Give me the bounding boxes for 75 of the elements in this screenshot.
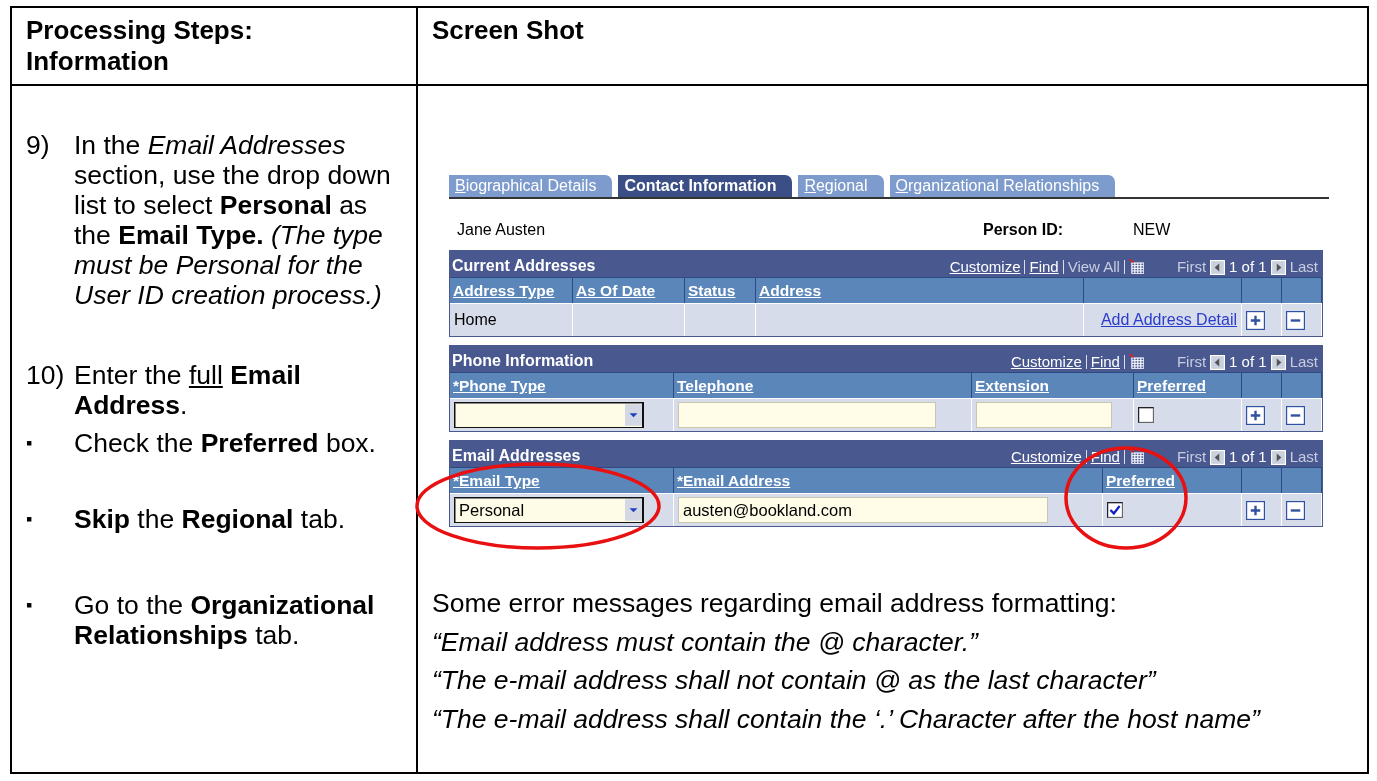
instruction-text: Go to the Organizational Relationships tab. xyxy=(74,590,376,650)
next-icon[interactable] xyxy=(1270,354,1286,370)
grid-link[interactable]: Customize xyxy=(949,257,1021,277)
column-heading: Screen Shot xyxy=(432,15,585,46)
column-header[interactable]: Address Type xyxy=(450,277,573,303)
column-header xyxy=(1282,467,1322,493)
grid-icon[interactable] xyxy=(1128,449,1145,465)
person-name: Jane Austen xyxy=(457,221,547,239)
previous-icon[interactable] xyxy=(1210,449,1226,465)
step-number: 10) xyxy=(26,360,66,392)
next-icon[interactable] xyxy=(1270,259,1286,275)
table-cell: Home xyxy=(450,303,573,336)
person-id-label: Person ID: xyxy=(983,221,1064,239)
column-header xyxy=(1282,372,1322,398)
column-header xyxy=(1242,467,1282,493)
grid-icon[interactable] xyxy=(1128,259,1145,275)
note-text: Some error messages regarding email address formatting: xyxy=(432,587,1118,620)
checkbox[interactable] xyxy=(1138,407,1154,423)
tab[interactable]: Regional xyxy=(798,175,884,197)
grid-link[interactable]: Customize xyxy=(1010,447,1082,467)
input-field[interactable] xyxy=(678,402,936,428)
column-header[interactable]: Extension xyxy=(972,372,1134,398)
column-header[interactable]: As Of Date xyxy=(573,277,685,303)
input-field[interactable] xyxy=(976,402,1112,428)
input-field[interactable]: austen@bookland.com xyxy=(678,497,1048,523)
column-header[interactable]: Preferred xyxy=(1103,467,1242,493)
grid-link[interactable]: Find xyxy=(1029,257,1059,277)
instruction-text: Check the Preferred box. xyxy=(74,428,376,458)
column-header xyxy=(1282,277,1322,303)
column-header[interactable]: Telephone xyxy=(674,372,972,398)
page-counter: 1 of 1 xyxy=(1229,447,1267,467)
delete-row-icon[interactable] xyxy=(1286,310,1305,330)
add-row-icon[interactable] xyxy=(1246,405,1265,425)
error-message-text: “The e-mail address shall not contain @ as the last character” xyxy=(432,664,1158,697)
error-message-text: “The e-mail address shall contain the ‘.’ Character after the host name” xyxy=(432,702,1262,736)
instruction-text: Skip the Regional tab. xyxy=(74,504,346,534)
page-counter: 1 of 1 xyxy=(1229,257,1267,277)
bullet-icon: ▪ xyxy=(26,428,74,458)
column-header xyxy=(1242,372,1282,398)
add-row-icon[interactable] xyxy=(1246,310,1265,330)
column-header[interactable]: *Phone Type xyxy=(450,372,674,398)
tab[interactable]: Organizational Relationships xyxy=(889,175,1116,197)
tab[interactable]: Biographical Details xyxy=(449,175,613,197)
tab[interactable]: Contact Information xyxy=(618,175,793,197)
instruction-text: Enter the full Email Address. xyxy=(74,360,302,420)
grid-title: Email Addresses xyxy=(452,446,581,466)
dropdown-field[interactable]: Personal xyxy=(454,497,644,523)
dropdown-field[interactable] xyxy=(454,402,644,428)
error-message-text: “Email address must contain the @ character.” xyxy=(432,625,980,659)
person-id-value: NEW xyxy=(1133,221,1171,239)
step-number: 9) xyxy=(26,130,51,162)
instruction-text: In the Email Addresses section, use the drop down list to select Personal as the Email Type. (The type must be Personal for the User ID creation process.) xyxy=(74,130,392,310)
column-heading: Processing Steps: Information xyxy=(26,15,254,77)
bullet-icon: ▪ xyxy=(26,590,74,650)
table-cell xyxy=(685,303,756,336)
column-header[interactable]: *Email Type xyxy=(450,467,674,493)
previous-icon[interactable] xyxy=(1210,259,1226,275)
add-row-icon[interactable] xyxy=(1246,500,1265,520)
delete-row-icon[interactable] xyxy=(1286,500,1305,520)
column-header[interactable]: Address xyxy=(756,277,1084,303)
delete-row-icon[interactable] xyxy=(1286,405,1305,425)
page-counter: 1 of 1 xyxy=(1229,352,1267,372)
grid-link[interactable]: Find xyxy=(1090,352,1120,372)
grid-title: Phone Information xyxy=(452,351,594,371)
column-header[interactable]: *Email Address xyxy=(674,467,1103,493)
column-header[interactable]: Preferred xyxy=(1134,372,1242,398)
add-detail-link[interactable]: Add Address Detail xyxy=(1100,311,1237,329)
grid-title: Current Addresses xyxy=(452,256,596,276)
grid-icon[interactable] xyxy=(1128,354,1145,370)
previous-icon[interactable] xyxy=(1210,354,1226,370)
next-icon[interactable] xyxy=(1270,449,1286,465)
bullet-icon: ▪ xyxy=(26,504,74,534)
grid-link[interactable]: Customize xyxy=(1010,352,1082,372)
checkbox[interactable] xyxy=(1107,502,1123,518)
column-header[interactable]: Status xyxy=(685,277,756,303)
